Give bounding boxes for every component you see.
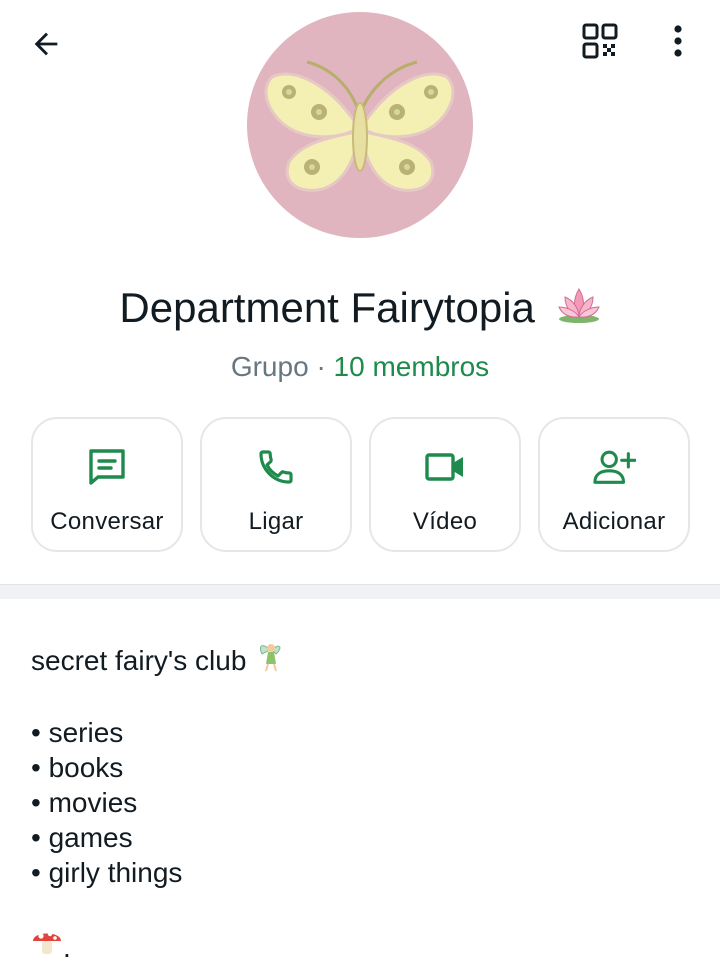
message-label: Conversar [50,508,164,535]
list-item: • series [31,717,124,748]
description-list: • series • books • movies • games • girl… [31,715,691,890]
group-description: secret fairy's club • series • books • m… [31,640,691,965]
qr-code-icon [582,23,618,64]
list-item: • movies [31,787,138,818]
more-options-button[interactable] [652,18,704,68]
members-link[interactable]: 10 membros [334,351,490,382]
footer-text: . [63,932,71,963]
list-item: • books [31,752,124,783]
video-icon [423,445,467,489]
section-divider [0,584,720,599]
group-meta: Grupo · 10 membros [0,348,720,386]
qr-code-button[interactable] [572,18,628,68]
add-member-button[interactable]: Adicionar [538,417,690,552]
back-button[interactable] [18,18,74,74]
add-person-icon [592,445,636,489]
add-member-label: Adicionar [562,508,666,535]
list-item: • games [31,822,133,853]
video-button[interactable]: Vídeo [369,417,521,552]
description-title-row: secret fairy's club [31,640,691,680]
message-icon [85,445,129,489]
group-name: Department Fairytopia [119,284,535,331]
mushroom-emoji-icon [31,925,63,965]
lotus-emoji-icon [557,285,601,337]
action-buttons: Conversar Ligar Vídeo Adicionar [31,417,690,552]
butterfly-image [264,60,455,192]
list-item: • girly things [31,857,183,888]
video-label: Vídeo [412,508,478,535]
more-vertical-icon [672,24,684,63]
fairy-emoji-icon [256,640,284,680]
arrow-back-icon [29,27,63,66]
description-footer: . [31,925,691,965]
message-button[interactable]: Conversar [31,417,183,552]
phone-icon [254,445,298,489]
group-type: Grupo [230,351,309,382]
call-button[interactable]: Ligar [200,417,352,552]
group-name-row: Department Fairytopia [0,282,720,337]
call-label: Ligar [248,508,304,535]
meta-separator: · [316,351,326,382]
description-title: secret fairy's club [31,644,247,676]
group-avatar[interactable] [247,12,473,238]
